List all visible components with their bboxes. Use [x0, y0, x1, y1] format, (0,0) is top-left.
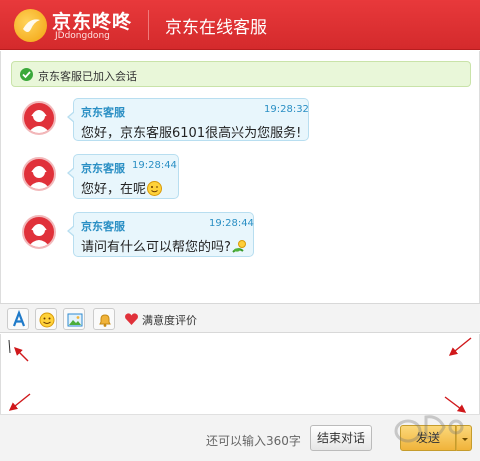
wink-face-icon — [147, 181, 163, 200]
heart-icon — [125, 313, 138, 325]
alert-button[interactable] — [93, 308, 115, 330]
flower-icon — [232, 239, 248, 258]
font-icon — [12, 309, 26, 327]
message-time: 19:28:32 — [264, 104, 309, 115]
watermark-logo — [394, 415, 464, 443]
annotation-arrows — [8, 337, 472, 413]
message-time: 19:28:44 — [209, 218, 254, 229]
message-text-content: 您好，在呢 — [81, 182, 147, 197]
message-bubble: 京东客服 19:28:44 您好，在呢 — [67, 154, 179, 200]
input-toolbar: 满意度评价 — [0, 303, 480, 333]
message-bubble: 京东客服 19:28:44 请问有什么可以帮您的吗? — [67, 212, 254, 258]
font-button[interactable] — [7, 308, 29, 330]
message-sender: 京东客服 — [81, 106, 125, 119]
message-text: 请问有什么可以帮您的吗? — [81, 236, 248, 258]
emoji-icon — [39, 312, 55, 328]
arrow-top-right — [448, 337, 472, 356]
system-notice: 京东客服已加入会话 — [11, 61, 471, 87]
message-text: 您好，京东客服6101很高兴为您服务! — [81, 126, 302, 141]
bell-icon — [99, 314, 111, 327]
chat-history[interactable]: 京东客服已加入会话 京东客服 19:28:32 您好，京东客服6101很高兴为您… — [0, 51, 480, 303]
message-text-content: 请问有什么可以帮您的吗? — [81, 240, 231, 255]
emoji-button[interactable] — [35, 308, 57, 330]
header-divider — [148, 10, 149, 40]
brand-name-en: JDdongdong — [55, 31, 110, 41]
message-text: 您好，在呢 — [81, 178, 163, 200]
brand-name: 京东咚咚 — [52, 11, 133, 33]
window-header: 京东咚咚 JDdongdong 京东在线客服 — [0, 0, 480, 50]
agent-avatar — [22, 215, 56, 249]
jd-dongdong-logo-icon — [14, 9, 47, 42]
satisfaction-rating-link[interactable]: 满意度评价 — [124, 312, 197, 328]
message-input[interactable] — [0, 334, 480, 414]
text-cursor — [8, 339, 11, 354]
notice-text: 京东客服已加入会话 — [38, 70, 137, 83]
arrow-top-left — [14, 347, 29, 362]
agent-avatar — [22, 101, 56, 135]
image-icon — [67, 313, 83, 327]
agent-avatar — [22, 157, 56, 191]
image-button[interactable] — [63, 308, 85, 330]
arrow-bottom-left — [8, 393, 31, 411]
end-chat-button[interactable]: 结束对话 — [310, 425, 372, 451]
rating-label: 满意度评价 — [142, 314, 197, 327]
window-title: 京东在线客服 — [165, 18, 267, 38]
char-counter: 还可以输入360字 — [206, 434, 301, 448]
check-circle-icon — [20, 68, 33, 81]
message-time: 19:28:44 — [132, 160, 177, 171]
message-sender: 京东客服 — [81, 162, 125, 175]
message-sender: 京东客服 — [81, 220, 125, 233]
message-bubble: 京东客服 19:28:32 您好，京东客服6101很高兴为您服务! — [67, 98, 309, 141]
